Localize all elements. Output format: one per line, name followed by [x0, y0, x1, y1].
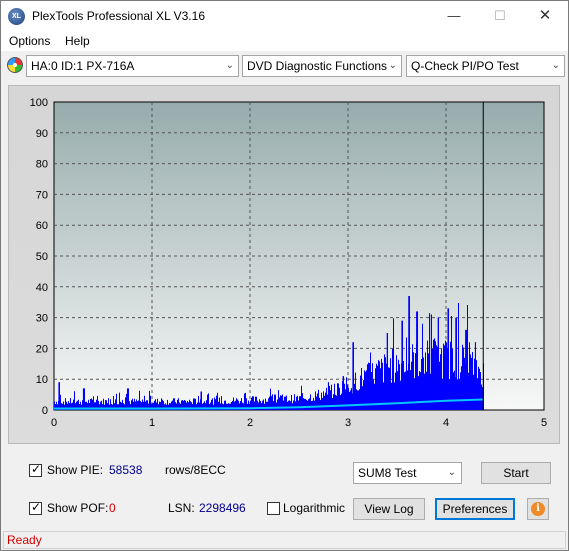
- y-tick-label: 100: [30, 97, 48, 109]
- test-select[interactable]: Q-Check PI/PO Test ⌄: [406, 55, 565, 77]
- show-pof-checkbox[interactable]: [29, 500, 42, 515]
- y-tick-label: 20: [36, 343, 48, 355]
- chevron-down-icon: ⌄: [551, 60, 560, 71]
- pi-po-chart: 0 1 2 3 4 50102030405060708090100: [30, 97, 547, 429]
- x-tick-label: 4: [443, 417, 449, 429]
- y-tick-label: 90: [36, 128, 48, 140]
- x-tick-label: 3: [345, 417, 351, 429]
- status-bar: Ready: [3, 531, 566, 549]
- status-text: Ready: [7, 533, 42, 547]
- menu-bar: Options Help: [1, 31, 568, 52]
- y-tick-label: 60: [36, 220, 48, 232]
- close-button[interactable]: ✕: [522, 1, 568, 31]
- x-tick-label: 0: [51, 417, 57, 429]
- preferences-button[interactable]: Preferences: [435, 498, 515, 520]
- test-select-value: Q-Check PI/PO Test: [411, 59, 519, 73]
- logarithmic-label: Logarithmic: [283, 501, 346, 515]
- y-tick-label: 40: [36, 282, 48, 294]
- show-pie-label: Show PIE:: [47, 463, 104, 477]
- sum-test-select-value: SUM8 Test: [358, 466, 417, 480]
- controls-panel: Show PIE: 58538 rows/8ECC SUM8 Test ⌄ St…: [8, 451, 560, 527]
- sum-test-select[interactable]: SUM8 Test ⌄: [353, 462, 462, 484]
- drive-disc-icon: [7, 57, 23, 73]
- view-log-button[interactable]: View Log: [353, 498, 425, 520]
- lsn-value: 2298496: [199, 501, 246, 515]
- y-tick-label: 50: [36, 251, 48, 263]
- x-tick-label: 1: [149, 417, 155, 429]
- chevron-down-icon: ⌄: [388, 60, 397, 71]
- menu-options[interactable]: Options: [9, 34, 50, 48]
- pof-value: 0: [109, 501, 116, 515]
- chart-panel: 0 1 2 3 4 5 0 10 20 30 40 50 60 70 80 90 100: [8, 85, 560, 444]
- y-tick-label: 0: [42, 405, 48, 417]
- y-tick-label: 70: [36, 189, 48, 201]
- minimize-button[interactable]: —: [431, 1, 477, 31]
- lsn-label: LSN:: [168, 501, 195, 515]
- y-tick-label: 10: [36, 374, 48, 386]
- toolbar: HA:0 ID:1 PX-716A ⌄ DVD Diagnostic Funct…: [1, 53, 568, 79]
- chevron-down-icon: ⌄: [225, 60, 234, 71]
- y-tick-label: 80: [36, 159, 48, 171]
- info-button[interactable]: i: [527, 498, 549, 520]
- drive-select[interactable]: HA:0 ID:1 PX-716A ⌄: [26, 55, 239, 77]
- app-window: XL PlexTools Professional XL V3.16 — ☐ ✕…: [0, 0, 569, 551]
- logarithmic-checkbox[interactable]: [267, 502, 280, 515]
- maximize-button[interactable]: ☐: [477, 1, 523, 31]
- show-pof-label: Show POF:: [47, 501, 109, 515]
- title-bar: XL PlexTools Professional XL V3.16 — ☐ ✕: [1, 1, 568, 31]
- x-tick-label: 2: [247, 417, 253, 429]
- y-tick-label: 30: [36, 313, 48, 325]
- drive-select-value: HA:0 ID:1 PX-716A: [31, 59, 135, 73]
- pie-unit: rows/8ECC: [165, 463, 226, 477]
- window-title: PlexTools Professional XL V3.16: [32, 9, 205, 23]
- function-select[interactable]: DVD Diagnostic Functions ⌄: [242, 55, 402, 77]
- x-tick-label: 5: [541, 417, 547, 429]
- start-button[interactable]: Start: [481, 462, 551, 484]
- menu-help[interactable]: Help: [65, 34, 90, 48]
- pie-value: 58538: [109, 463, 143, 477]
- function-select-value: DVD Diagnostic Functions: [247, 59, 388, 73]
- show-pie-checkbox[interactable]: [29, 462, 42, 477]
- chevron-down-icon: ⌄: [447, 467, 456, 478]
- info-icon: i: [531, 502, 545, 516]
- app-logo-icon: XL: [8, 8, 25, 25]
